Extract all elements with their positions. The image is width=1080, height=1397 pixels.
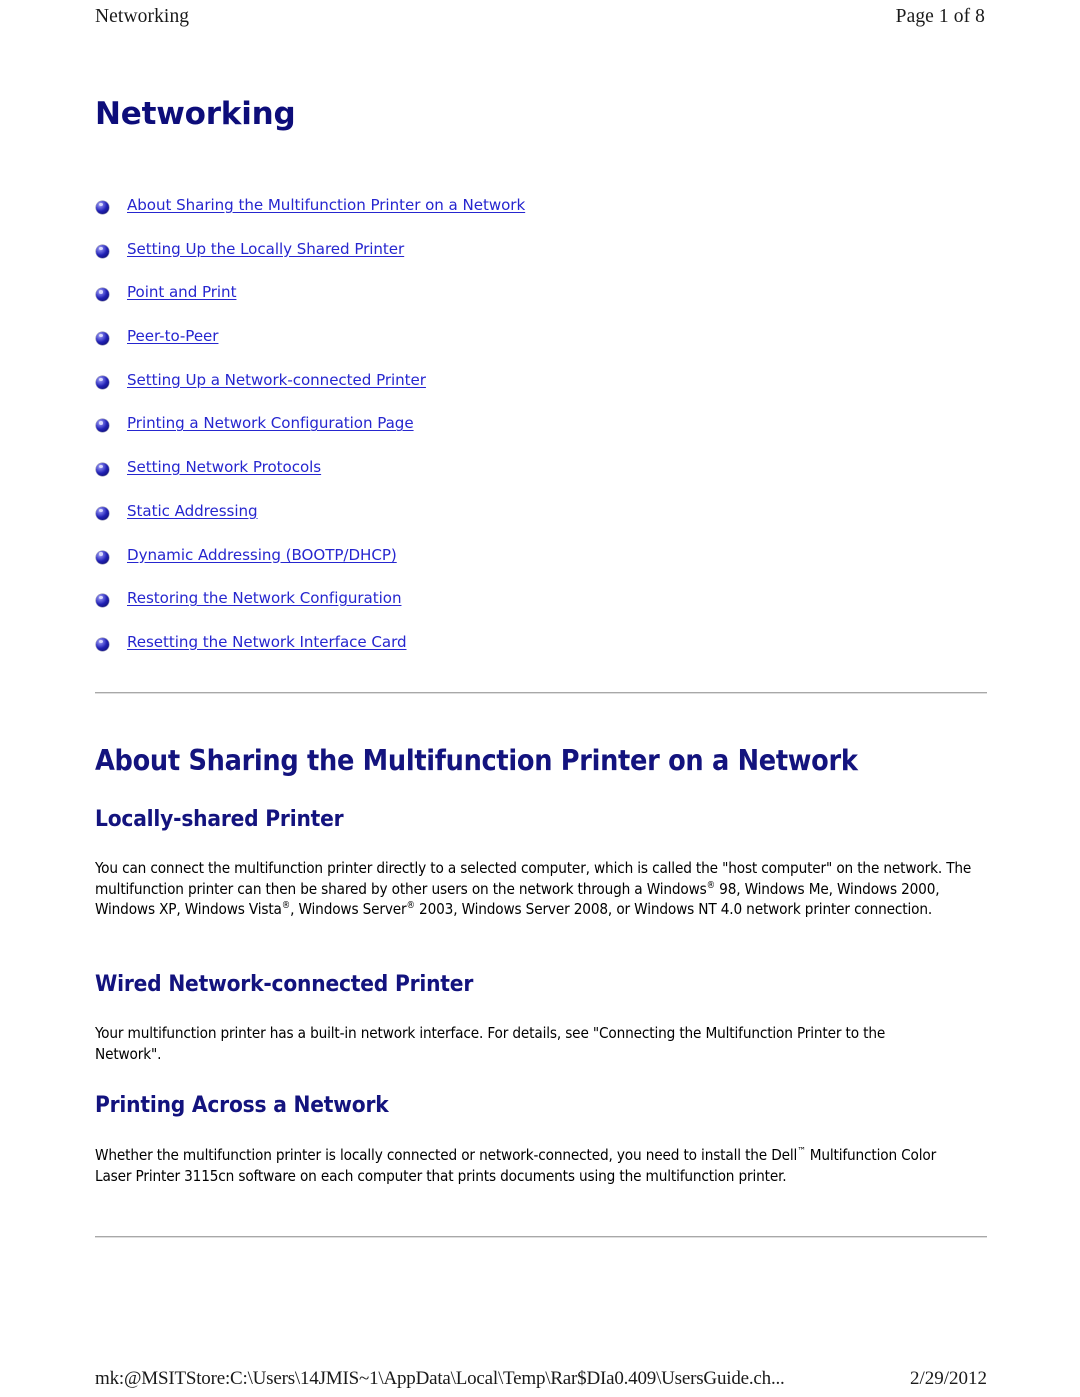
list-item[interactable]: Point and Print [95,283,975,327]
list-item[interactable]: Setting Network Protocols [95,458,975,502]
page-footer-date: 2/29/2012 [909,1368,987,1389]
paragraph-printing-across-network: Whether the multifunction printer is loc… [95,1145,975,1186]
list-item[interactable]: Dynamic Addressing (BOOTP/DHCP) [95,546,975,590]
registered-mark-icon: ® [706,879,715,891]
toc-link-resetting-network-interface-card[interactable]: Resetting the Network Interface Card [127,633,407,651]
toc-link-setting-up-locally-shared[interactable]: Setting Up the Locally Shared Printer [127,240,404,258]
blue-sphere-bullet-icon [96,594,109,608]
section-divider-top [95,692,987,694]
blue-sphere-bullet-icon [96,375,109,389]
blue-sphere-bullet-icon [96,463,109,477]
toc-link-restoring-network-configuration[interactable]: Restoring the Network Configuration [127,589,402,607]
page-header-page-number: Page 1 of 8 [895,6,985,27]
list-item[interactable]: Setting Up the Locally Shared Printer [95,240,975,284]
page-title: Networking [95,96,296,132]
toc-link-about-sharing[interactable]: About Sharing the Multifunction Printer … [127,196,525,214]
table-of-contents: About Sharing the Multifunction Printer … [95,196,975,677]
toc-link-peer-to-peer[interactable]: Peer-to-Peer [127,327,219,345]
paragraph-locally-shared: You can connect the multifunction printe… [95,858,985,920]
blue-sphere-bullet-icon [96,201,109,214]
paragraph-text-segment: Whether the multifunction printer is loc… [95,1146,798,1164]
list-item[interactable]: Static Addressing [95,502,975,546]
blue-sphere-bullet-icon [96,637,109,651]
blue-sphere-bullet-icon [96,550,109,564]
list-item[interactable]: Peer-to-Peer [95,327,975,371]
paragraph-wired-network-connected: Your multifunction printer has a built-i… [95,1024,886,1063]
list-item[interactable]: Printing a Network Configuration Page [95,414,975,458]
toc-link-point-and-print[interactable]: Point and Print [127,283,237,301]
subsection-heading-printing-across-network: Printing Across a Network [95,1092,389,1118]
page-footer-source-path: mk:@MSITStore:C:\Users\14JMIS~1\AppData\… [95,1368,785,1389]
registered-mark-icon: ® [406,900,415,912]
subsection-heading-locally-shared: Locally-shared Printer [95,806,344,832]
subsection-heading-wired-network-connected: Wired Network-connected Printer [95,971,474,997]
toc-link-setting-up-network-connected[interactable]: Setting Up a Network-connected Printer [127,371,426,389]
paragraph-text-segment: 2003, Windows Server 2008, or Windows NT… [414,900,933,919]
paragraph-text-segment: , Windows Server [290,900,407,919]
list-item[interactable]: About Sharing the Multifunction Printer … [95,196,975,240]
toc-link-dynamic-addressing[interactable]: Dynamic Addressing (BOOTP/DHCP) [127,546,397,564]
blue-sphere-bullet-icon [96,288,109,302]
list-item[interactable]: Setting Up a Network-connected Printer [95,371,975,415]
blue-sphere-bullet-icon [96,244,109,258]
registered-mark-icon: ® [281,900,291,912]
page-footer: mk:@MSITStore:C:\Users\14JMIS~1\AppData\… [95,1365,987,1393]
toc-link-printing-network-config-page[interactable]: Printing a Network Configuration Page [127,414,414,432]
list-item[interactable]: Resetting the Network Interface Card [95,633,975,677]
section-divider-bottom [95,1236,987,1238]
list-item[interactable]: Restoring the Network Configuration [95,589,975,633]
toc-link-setting-network-protocols[interactable]: Setting Network Protocols [127,458,321,476]
blue-sphere-bullet-icon [96,419,109,433]
trademark-mark-icon: ™ [797,1145,806,1157]
blue-sphere-bullet-icon [96,332,109,346]
page-header: Networking Page 1 of 8 [95,0,985,34]
section-heading-about-sharing: About Sharing the Multifunction Printer … [95,744,858,777]
blue-sphere-bullet-icon [96,506,109,520]
page-header-left-text: Networking [95,6,190,27]
toc-link-static-addressing[interactable]: Static Addressing [127,502,258,520]
